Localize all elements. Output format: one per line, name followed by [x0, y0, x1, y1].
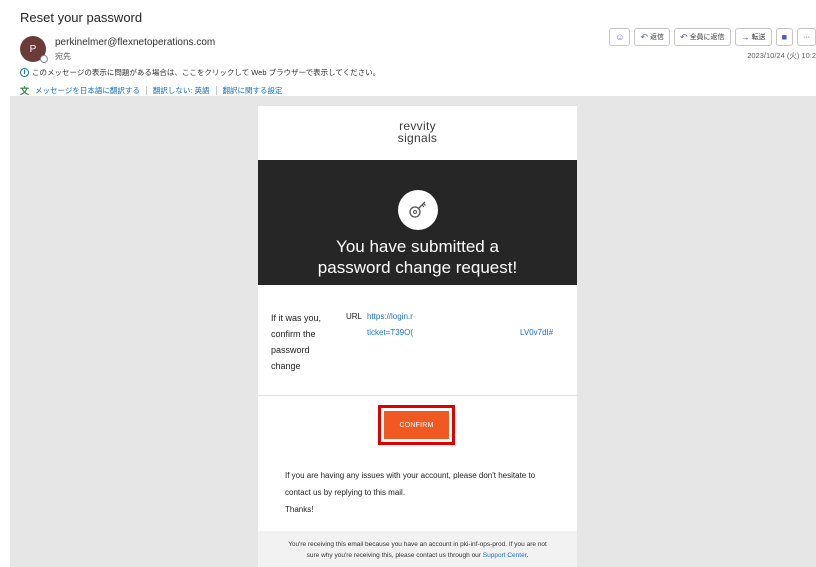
- instruction-line: If it was you,: [271, 313, 322, 323]
- separator: [145, 86, 147, 95]
- to-label: 宛先: [55, 52, 71, 61]
- email-card: revvity signals You have submitted a pas…: [258, 106, 577, 567]
- support-center-link[interactable]: Support Center: [483, 552, 527, 559]
- instruction-line: confirm the: [271, 329, 316, 339]
- emoji-button[interactable]: ☺: [609, 28, 631, 46]
- reset-url-link-end[interactable]: LV0v7dI#: [520, 328, 553, 337]
- url-section: If it was you, confirm the password chan…: [258, 285, 577, 395]
- logo-line2: signals: [397, 131, 438, 145]
- email-footer: You're receiving this email because you …: [258, 531, 577, 567]
- translate-link[interactable]: メッセージを日本語に翻訳する: [35, 85, 140, 96]
- hero-title-line1: You have submitted a: [336, 237, 499, 256]
- forward-button[interactable]: → 転送: [734, 28, 772, 46]
- reset-url-link[interactable]: https://login.r: [367, 312, 413, 321]
- reply-button[interactable]: ↶ 返信: [634, 28, 671, 46]
- thanks-line: Thanks!: [285, 505, 314, 514]
- dont-translate-link[interactable]: 翻訳しない: 英語: [153, 85, 210, 96]
- info-icon: i: [20, 68, 29, 77]
- footer-line: You're receiving this email because you …: [288, 541, 547, 548]
- email-subject: Reset your password: [20, 10, 143, 25]
- more-actions-button[interactable]: ···: [797, 28, 816, 46]
- reply-all-icon: ↶: [680, 31, 688, 42]
- reply-all-button[interactable]: ↶ 全員に返信: [674, 28, 731, 46]
- instruction-line: password: [271, 345, 310, 355]
- hero-banner: You have submitted a password change req…: [258, 160, 577, 285]
- help-line: contact us by replying to this mail.: [285, 488, 406, 497]
- key-search-icon: [398, 190, 438, 230]
- reply-label: 返信: [650, 34, 665, 41]
- smiley-icon: ☺: [615, 32, 625, 42]
- teams-icon: ■: [781, 32, 787, 42]
- forward-icon: →: [740, 32, 750, 42]
- reset-url-link-ticket[interactable]: ticket=T39O(: [367, 328, 413, 337]
- hero-title-line2: password change request!: [317, 258, 518, 277]
- url-label: URL: [346, 312, 363, 321]
- received-date: 2023/10/24 (火) 10:2: [747, 51, 816, 60]
- reply-all-label: 全員に返信: [689, 34, 725, 41]
- more-icon: ···: [803, 33, 810, 41]
- footer-line: sure why you're receiving this, please c…: [258, 550, 577, 561]
- info-bar[interactable]: i このメッセージの表示に問題がある場合は、ここをクリックして Web ブラウザ…: [20, 67, 380, 78]
- message-toolbar: ☺ ↶ 返信 ↶ 全員に返信 → 転送 ■ ···: [609, 28, 816, 46]
- footer-text: sure why you're receiving this, please c…: [306, 552, 483, 559]
- divider: [258, 395, 577, 396]
- help-line: If you are having any issues with your a…: [285, 471, 536, 480]
- sender-address[interactable]: perkinelmer@flexnetoperations.com: [55, 37, 215, 48]
- confirm-instruction: If it was you, confirm the password chan…: [271, 310, 335, 374]
- translation-settings-link[interactable]: 翻訳に関する設定: [223, 85, 283, 96]
- confirm-button[interactable]: CONFIRM: [384, 411, 449, 439]
- help-text: If you are having any issues with your a…: [285, 467, 565, 518]
- presence-indicator: [40, 55, 48, 63]
- separator: [215, 86, 217, 95]
- instruction-line: change: [271, 361, 301, 371]
- footer-period: .: [526, 552, 529, 559]
- teams-button[interactable]: ■: [775, 28, 793, 46]
- info-text[interactable]: このメッセージの表示に問題がある場合は、ここをクリックして Web ブラウザーで…: [32, 67, 380, 78]
- hero-title: You have submitted a password change req…: [258, 236, 577, 278]
- revvity-signals-logo: revvity signals: [258, 120, 577, 144]
- forward-label: 転送: [751, 34, 766, 41]
- confirm-highlight: CONFIRM: [378, 405, 455, 445]
- reply-icon: ↶: [640, 31, 649, 42]
